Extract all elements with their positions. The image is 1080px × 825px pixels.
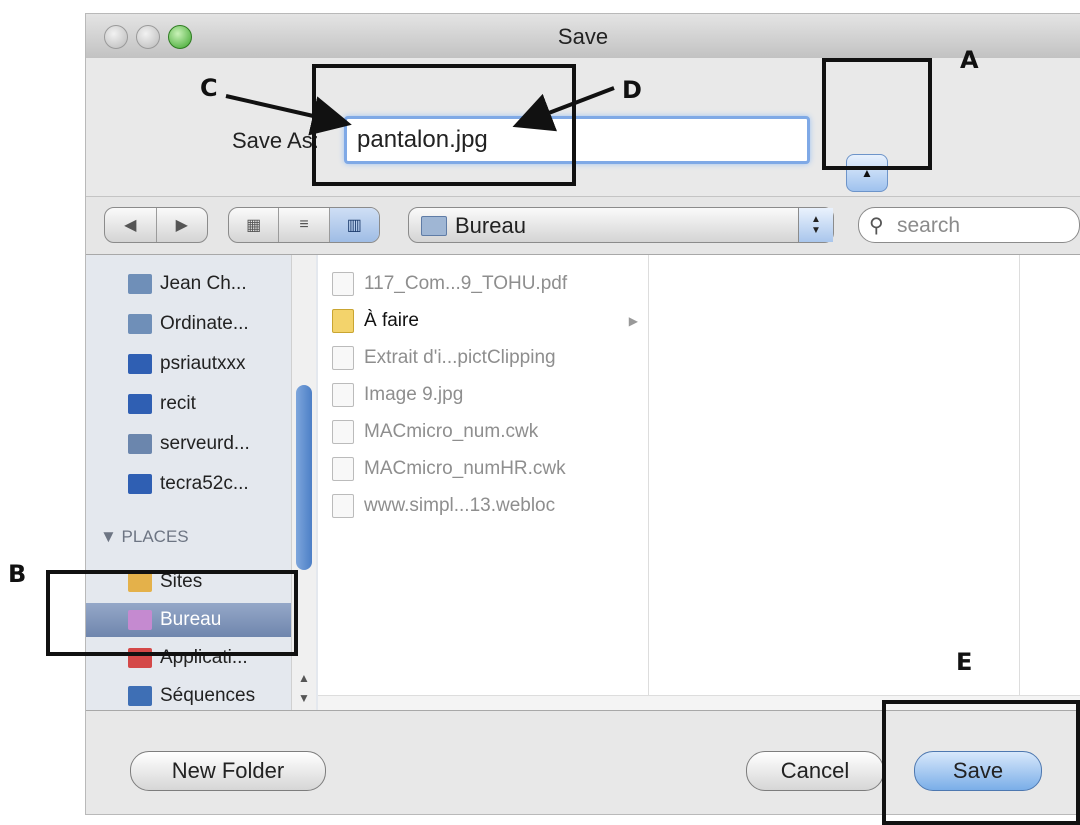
sidebar-item-label: Séquences xyxy=(160,685,256,706)
sidebar-item-device[interactable]: tecra52c... xyxy=(86,467,291,501)
annotation-letter-b: B xyxy=(8,560,27,588)
sidebar-item-label: Ordinate... xyxy=(160,313,249,334)
sidebar-item-device[interactable]: psriautxxx xyxy=(86,347,291,381)
annotation-box-a xyxy=(822,58,932,170)
sidebar-item-device[interactable]: serveurd... xyxy=(86,427,291,461)
forward-button[interactable]: ▶ xyxy=(157,208,208,242)
title-bar: Save xyxy=(86,14,1080,59)
list-view-button[interactable]: ≡ xyxy=(279,208,330,242)
file-name: MACmicro_numHR.cwk xyxy=(364,458,566,479)
folder-icon xyxy=(421,216,447,236)
monitor-icon xyxy=(128,434,152,454)
empty-column xyxy=(649,255,1020,695)
file-list-item[interactable]: 117_Com...9_TOHU.pdf xyxy=(318,267,648,301)
search-placeholder: search xyxy=(897,214,961,237)
document-icon xyxy=(332,420,354,444)
file-list-item[interactable]: www.simpl...13.webloc xyxy=(318,489,648,523)
monitor-icon xyxy=(128,394,152,414)
disclosure-arrow-icon: ▶ xyxy=(628,314,638,328)
popup-stepper-icon: ▲ ▼ xyxy=(798,208,833,242)
annotation-box-e xyxy=(882,700,1080,825)
column-view-icon: ▥ xyxy=(346,217,362,234)
monitor-icon xyxy=(128,474,152,494)
file-list-item[interactable]: MACmicro_num.cwk xyxy=(318,415,648,449)
annotation-letter-c: C xyxy=(200,74,218,102)
computer-icon xyxy=(128,314,152,334)
image-icon xyxy=(332,383,354,407)
list-view-icon: ≡ xyxy=(299,216,309,233)
file-list-item[interactable]: MACmicro_numHR.cwk xyxy=(318,452,648,486)
back-arrow-icon: ◀ xyxy=(124,217,137,234)
pdf-icon xyxy=(332,272,354,296)
sidebar-item-label: psriautxxx xyxy=(160,353,246,374)
webloc-icon xyxy=(332,494,354,518)
file-name: www.simpl...13.webloc xyxy=(364,495,556,516)
annotation-box-b xyxy=(46,570,298,656)
file-column: 117_Com...9_TOHU.pdf À faire ▶ Extrait d'i.… xyxy=(318,255,649,695)
file-list-item[interactable]: Extrait d'i...pictClipping xyxy=(318,341,648,375)
forward-arrow-icon: ▶ xyxy=(175,217,188,234)
places-header: ▼ PLACES xyxy=(100,527,189,546)
sidebar-item-device[interactable]: Ordinate... xyxy=(86,307,291,341)
search-field[interactable]: ⚲ search xyxy=(858,207,1080,243)
movies-icon xyxy=(128,686,152,706)
sidebar-item-device[interactable]: Jean Ch... xyxy=(86,267,291,301)
sidebar-scroll-thumb[interactable] xyxy=(296,385,312,570)
location-popup[interactable]: Bureau ▲ ▼ xyxy=(408,207,834,243)
file-name: Image 9.jpg xyxy=(364,384,464,405)
search-icon: ⚲ xyxy=(869,215,884,237)
annotation-letter-d: D xyxy=(622,76,642,104)
icon-view-icon: ▦ xyxy=(246,217,262,234)
annotation-letter-a: A xyxy=(960,46,979,74)
column-view-button[interactable]: ▥ xyxy=(329,208,379,242)
back-button[interactable]: ◀ xyxy=(105,208,157,242)
computer-icon xyxy=(128,274,152,294)
location-label: Bureau xyxy=(455,213,526,238)
sidebar-item-label: Jean Ch... xyxy=(160,273,247,294)
sidebar-item-label: serveurd... xyxy=(160,433,250,454)
save-as-label: Save As: xyxy=(232,128,319,153)
file-list-item[interactable]: À faire ▶ xyxy=(318,304,648,338)
icon-view-button[interactable]: ▦ xyxy=(229,208,280,242)
folder-icon xyxy=(332,309,354,333)
file-name: Extrait d'i...pictClipping xyxy=(364,347,556,368)
cancel-button[interactable]: Cancel xyxy=(746,751,884,791)
file-name: À faire xyxy=(364,310,419,331)
sidebar-item-label: recit xyxy=(160,393,196,414)
clipping-icon xyxy=(332,346,354,370)
back-forward-control: ◀ ▶ xyxy=(104,207,208,243)
sidebar-item-label: tecra52c... xyxy=(160,473,249,494)
monitor-icon xyxy=(128,354,152,374)
sidebar-item-place[interactable]: Séquences xyxy=(86,679,291,713)
document-icon xyxy=(332,457,354,481)
file-name: MACmicro_num.cwk xyxy=(364,421,539,442)
scroll-down-icon[interactable]: ▼ xyxy=(298,691,310,705)
scroll-up-icon[interactable]: ▲ xyxy=(298,671,310,685)
window-title: Save xyxy=(557,24,609,49)
view-mode-control: ▦ ≡ ▥ xyxy=(228,207,380,243)
annotation-letter-e: E xyxy=(956,648,973,676)
file-name: 117_Com...9_TOHU.pdf xyxy=(364,273,568,294)
new-folder-button[interactable]: New Folder xyxy=(130,751,326,791)
file-list-item[interactable]: Image 9.jpg xyxy=(318,378,648,412)
annotation-box-c-d xyxy=(312,64,576,186)
browser-toolbar: ◀ ▶ ▦ ≡ ▥ Bureau ▲ ▼ ⚲ search xyxy=(86,196,1080,255)
sidebar-item-device[interactable]: recit xyxy=(86,387,291,421)
